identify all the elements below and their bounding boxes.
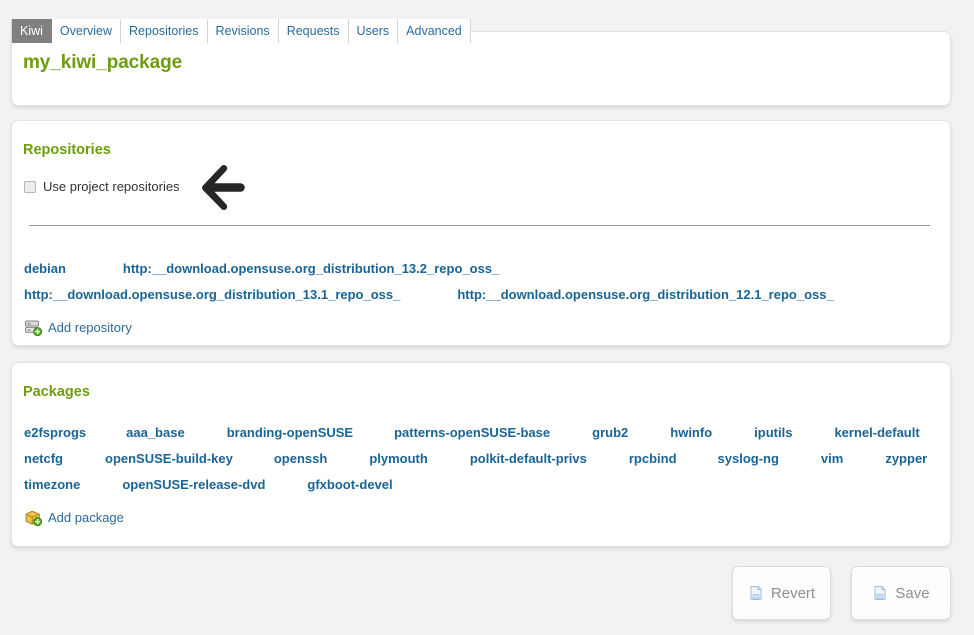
tab-revisions[interactable]: Revisions <box>208 19 279 43</box>
save-button[interactable]: Save <box>851 566 951 620</box>
tab-label: Users <box>357 19 390 43</box>
package-link[interactable]: grub2 <box>592 425 628 440</box>
repository-link[interactable]: debian <box>24 261 66 276</box>
add-package-link[interactable]: Add package <box>48 510 124 525</box>
package-link[interactable]: netcfg <box>24 451 63 466</box>
repository-link-row: debian http:__download.opensuse.org_dist… <box>24 261 940 276</box>
package-link[interactable]: e2fsprogs <box>24 425 86 440</box>
tab-repositories[interactable]: Repositories <box>121 19 207 43</box>
package-link[interactable]: iputils <box>754 425 792 440</box>
repositories-divider <box>29 225 930 226</box>
server-add-icon <box>24 319 42 336</box>
package-link[interactable]: kernel-default <box>834 425 919 440</box>
tab-kiwi[interactable]: Kiwi <box>11 19 52 43</box>
save-button-label: Save <box>895 585 929 602</box>
use-project-repositories-checkbox[interactable] <box>24 181 36 193</box>
package-link[interactable]: openssh <box>274 451 327 466</box>
main-tab-bar: Kiwi Overview Repositories Revisions Req… <box>11 19 471 43</box>
page-title: my_kiwi_package <box>23 52 182 74</box>
package-link[interactable]: patterns-openSUSE-base <box>394 425 550 440</box>
add-package-row[interactable]: Add package <box>24 509 124 526</box>
package-add-icon <box>24 509 42 526</box>
tab-label: Kiwi <box>20 19 43 43</box>
left-arrow-annotation-icon <box>195 160 247 214</box>
kiwi-package-editor-page: Kiwi Overview Repositories Revisions Req… <box>0 0 974 635</box>
package-link[interactable]: vim <box>821 451 843 466</box>
package-link[interactable]: plymouth <box>369 451 428 466</box>
package-link-row: timezone openSUSE-release-dvd gfxboot-de… <box>24 477 940 492</box>
use-project-repositories-label: Use project repositories <box>43 179 180 194</box>
tab-requests[interactable]: Requests <box>279 19 349 43</box>
use-project-repositories-row: Use project repositories <box>24 179 180 194</box>
add-repository-link[interactable]: Add repository <box>48 320 132 335</box>
revert-button-label: Revert <box>771 585 815 602</box>
repository-link[interactable]: http:__download.opensuse.org_distributio… <box>24 287 400 302</box>
page-save-icon <box>872 585 888 601</box>
page-revert-icon <box>748 585 764 601</box>
package-link[interactable]: polkit-default-privs <box>470 451 587 466</box>
repository-link[interactable]: http:__download.opensuse.org_distributio… <box>123 261 499 276</box>
tab-label: Overview <box>60 19 112 43</box>
package-link[interactable]: openSUSE-release-dvd <box>122 477 265 492</box>
repositories-card: Repositories Use project repositories de… <box>11 120 951 346</box>
package-link[interactable]: zypper <box>885 451 927 466</box>
packages-card: Packages e2fsprogs aaa_base branding-ope… <box>11 362 951 547</box>
tab-users[interactable]: Users <box>349 19 399 43</box>
repositories-heading: Repositories <box>23 142 111 158</box>
package-link[interactable]: hwinfo <box>670 425 712 440</box>
package-link[interactable]: syslog-ng <box>718 451 779 466</box>
package-link[interactable]: rpcbind <box>629 451 677 466</box>
tab-advanced[interactable]: Advanced <box>398 19 471 43</box>
package-link-row: e2fsprogs aaa_base branding-openSUSE pat… <box>24 425 940 440</box>
package-link[interactable]: gfxboot-devel <box>307 477 392 492</box>
add-repository-row[interactable]: Add repository <box>24 319 132 336</box>
tab-label: Revisions <box>216 19 270 43</box>
tab-label: Repositories <box>129 19 198 43</box>
revert-button[interactable]: Revert <box>732 566 831 620</box>
package-link[interactable]: branding-openSUSE <box>227 425 353 440</box>
tab-label: Requests <box>287 19 340 43</box>
packages-heading: Packages <box>23 384 90 400</box>
repository-link[interactable]: http:__download.opensuse.org_distributio… <box>457 287 833 302</box>
package-link[interactable]: aaa_base <box>126 425 185 440</box>
package-link-row: netcfg openSUSE-build-key openssh plymou… <box>24 451 940 466</box>
tab-label: Advanced <box>406 19 462 43</box>
repository-link-row: http:__download.opensuse.org_distributio… <box>24 287 940 302</box>
package-link[interactable]: timezone <box>24 477 80 492</box>
package-link[interactable]: openSUSE-build-key <box>105 451 233 466</box>
tab-overview[interactable]: Overview <box>52 19 121 43</box>
